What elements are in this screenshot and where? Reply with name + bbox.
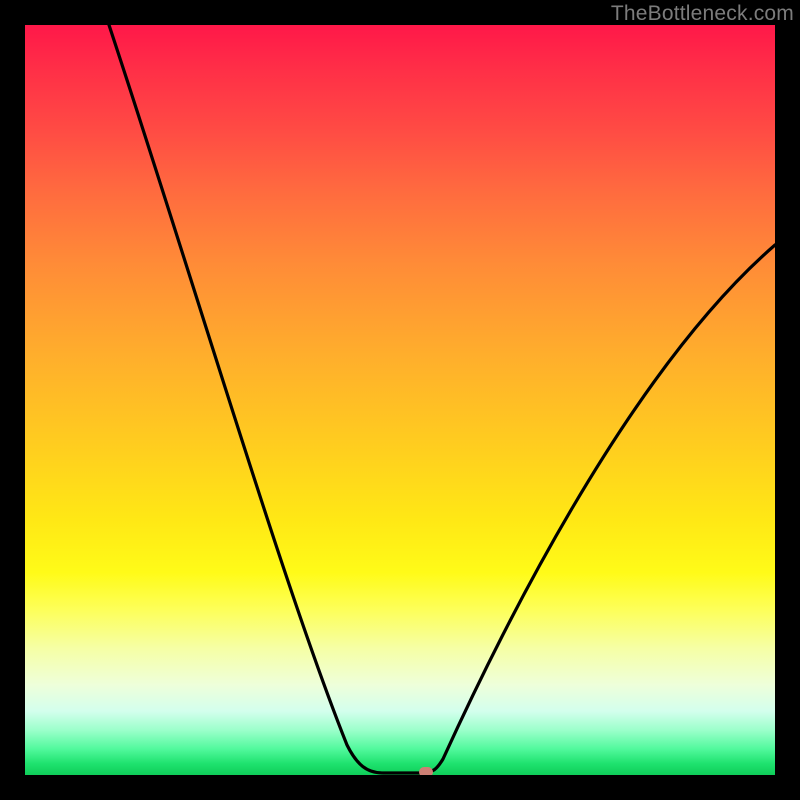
curve-path (109, 25, 775, 773)
watermark-text: TheBottleneck.com (611, 2, 794, 26)
chart-frame: TheBottleneck.com (0, 0, 800, 800)
optimal-point-marker (419, 767, 433, 775)
plot-area (25, 25, 775, 775)
bottleneck-curve (25, 25, 775, 775)
